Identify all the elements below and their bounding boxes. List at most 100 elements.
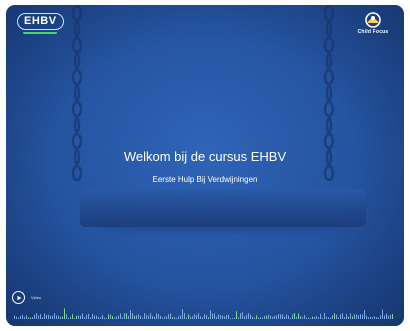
- waveform-bar: [38, 315, 39, 319]
- waveform-bar: [82, 313, 83, 319]
- waveform-bar: [302, 317, 303, 319]
- waveform-bar: [280, 314, 281, 319]
- waveform-bar: [36, 313, 37, 319]
- waveform-bar: [166, 316, 167, 319]
- waveform-bar: [46, 314, 47, 319]
- waveform-bar: [48, 314, 49, 319]
- waveform-bar: [190, 316, 191, 319]
- waveform-bar: [340, 314, 341, 319]
- waveform-bar: [56, 315, 57, 319]
- waveform-bar: [90, 317, 91, 319]
- waveform-bar: [164, 316, 165, 319]
- waveform-bar: [346, 314, 347, 319]
- waveform-bar: [392, 314, 393, 319]
- waveform-bar: [372, 317, 373, 319]
- waveform-bar: [156, 313, 157, 319]
- waveform-bar: [356, 314, 357, 319]
- waveform-bar: [54, 313, 55, 319]
- waveform-bar: [198, 313, 199, 319]
- waveform-bar: [350, 313, 351, 319]
- waveform-bar: [114, 317, 115, 319]
- waveform-bar: [52, 315, 53, 319]
- waveform-bar: [306, 317, 307, 319]
- waveform-bar: [104, 317, 105, 319]
- waveform-bar: [22, 314, 23, 319]
- waveform-bar: [68, 317, 69, 319]
- waveform-bar: [360, 314, 361, 319]
- waveform-bar: [254, 317, 255, 319]
- waveform-bar: [272, 316, 273, 319]
- waveform-bar: [40, 314, 41, 319]
- waveform-bar: [366, 315, 367, 319]
- waveform-bar: [130, 310, 131, 319]
- waveform-bar: [284, 316, 285, 319]
- waveform-bar: [218, 314, 219, 319]
- waveform-bar: [292, 314, 293, 319]
- waveform-bar: [248, 313, 249, 319]
- waveform-bar: [318, 317, 319, 319]
- waveform-bar: [296, 316, 297, 319]
- waveform-bar: [270, 315, 271, 319]
- child-focus-icon: [365, 12, 381, 28]
- play-button[interactable]: [12, 291, 25, 304]
- waveform-bar: [118, 315, 119, 319]
- waveform-bar: [312, 316, 313, 319]
- waveform-bar: [62, 316, 63, 319]
- waveform-bar: [210, 310, 211, 319]
- waveform-bar: [150, 313, 151, 319]
- waveform-bar: [326, 316, 327, 319]
- waveform-bar: [64, 308, 65, 319]
- waveform-bar: [204, 314, 205, 319]
- child-focus-logo: Child Focus: [352, 12, 394, 35]
- waveform-bar: [84, 317, 85, 319]
- waveform-bar: [176, 317, 177, 319]
- waveform-bar: [370, 316, 371, 319]
- waveform-bar: [266, 315, 267, 319]
- waveform-bar: [230, 317, 231, 319]
- waveform-bar: [74, 317, 75, 319]
- waveform-bar: [180, 315, 181, 319]
- waveform-bar: [32, 317, 33, 319]
- waveform-bar: [264, 315, 265, 319]
- waveform-bar: [342, 313, 343, 319]
- waveform-bar: [60, 316, 61, 319]
- video-stage[interactable]: EHBV Child Focus Welkom bij de cursus EH…: [6, 5, 404, 326]
- waveform-bar: [134, 315, 135, 319]
- waveform-bar: [294, 313, 295, 319]
- waveform-bar: [286, 314, 287, 319]
- waveform-bar: [258, 317, 259, 319]
- waveform-bar: [316, 316, 317, 319]
- waveform-bar: [26, 315, 27, 319]
- waveform-bar: [282, 314, 283, 319]
- waveform-bar: [106, 317, 107, 319]
- waveform-bar: [278, 314, 279, 319]
- waveform-bar: [108, 314, 109, 319]
- waveform-bar: [178, 316, 179, 319]
- waveform-bar: [126, 313, 127, 319]
- waveform-bar: [122, 317, 123, 319]
- waveform-bar: [200, 316, 201, 319]
- waveform-bar: [376, 317, 377, 319]
- waveform-bar: [288, 315, 289, 319]
- waveform-bar: [142, 317, 143, 319]
- waveform-bar: [386, 313, 387, 319]
- waveform-bar: [328, 317, 329, 319]
- waveform-bar: [132, 313, 133, 319]
- waveform-bar: [374, 316, 375, 319]
- waveform-bar: [76, 315, 77, 319]
- waveform-bar: [238, 317, 239, 319]
- waveform-bar: [244, 316, 245, 319]
- waveform-bar: [30, 317, 31, 319]
- waveform-bar: [262, 317, 263, 319]
- waveform-bar: [246, 314, 247, 319]
- waveform-bar: [224, 316, 225, 319]
- waveform-bar: [206, 314, 207, 319]
- waveform-bar: [136, 315, 137, 319]
- waveform-bar: [214, 313, 215, 319]
- waveform-bar: [194, 314, 195, 319]
- waveform-bar: [86, 314, 87, 319]
- waveform-bar: [268, 314, 269, 319]
- waveform-bar: [110, 314, 111, 319]
- audio-waveform[interactable]: [14, 307, 396, 319]
- waveform-bar: [256, 315, 257, 319]
